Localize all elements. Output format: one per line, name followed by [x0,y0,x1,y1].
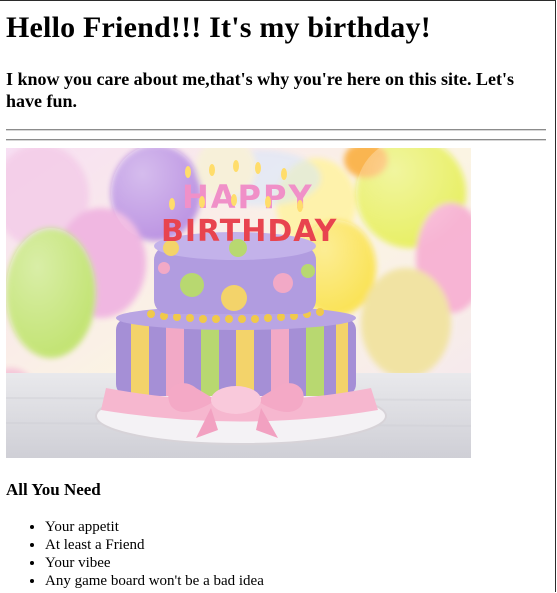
cake-bottom-tier [116,306,356,396]
page-content: Hello Friend!!! It's my birthday! I know… [6,0,546,590]
page-title: Hello Friend!!! It's my birthday! [6,11,431,44]
list-item: At least a Friend [45,536,546,554]
list-item: Your vibee [45,554,546,572]
page-subtitle: I know you care about me,that's why you'… [6,69,515,111]
needs-list: Your appetit At least a Friend Your vibe… [6,518,546,590]
birthday-cake-image: HAPPY BIRTHDAY [6,148,471,458]
cake-text-birthday: BIRTHDAY [161,214,338,249]
section-heading: All You Need [6,480,101,499]
list-item: Your appetit [45,518,546,536]
divider-top [6,129,546,131]
list-item: Any game board won't be a bad idea [45,572,546,590]
divider-bottom [6,139,546,141]
